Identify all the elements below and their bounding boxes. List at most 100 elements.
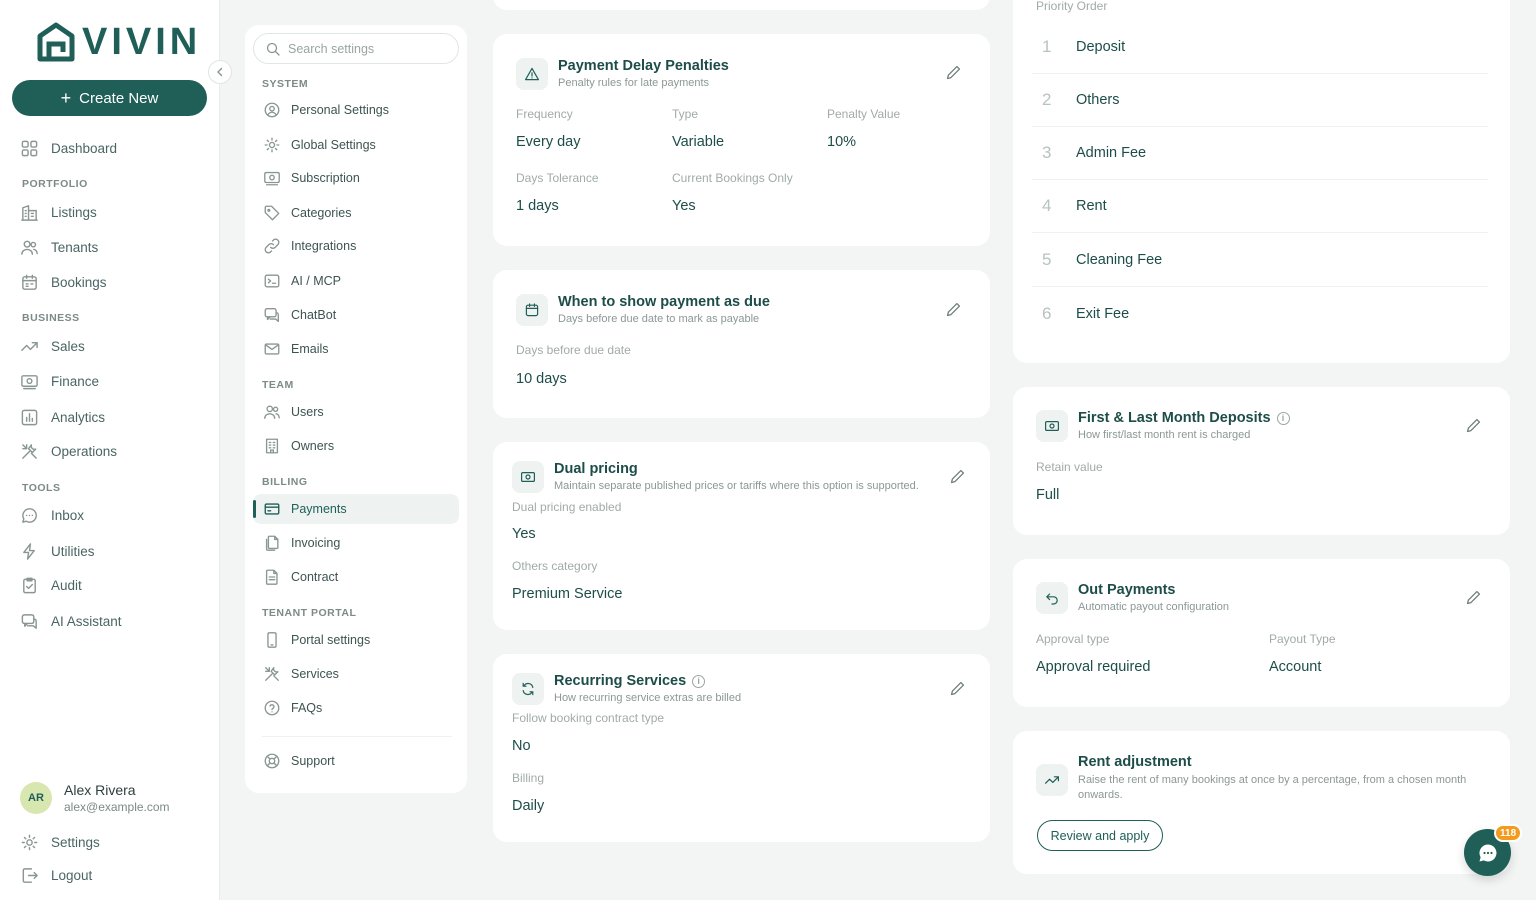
priority-number: 4 [1042, 196, 1052, 215]
subnav-item-personal-settings[interactable]: Personal Settings [253, 95, 459, 125]
card-title: Payment Delay Penalties [558, 58, 729, 74]
nav-item-dashboard[interactable]: Dashboard [20, 136, 117, 160]
nav-label: Listings [51, 204, 97, 220]
subnav-label: Integrations [291, 239, 357, 253]
subnav-item-support[interactable]: Support [253, 746, 459, 776]
lifebuoy-icon [264, 753, 280, 769]
subnav-label: Services [291, 667, 339, 681]
field-label-billing: Billing [512, 771, 545, 785]
nav-item-audit[interactable]: Audit [20, 573, 82, 597]
subnav-item-contract[interactable]: Contract [253, 562, 459, 592]
priority-item[interactable]: 1 Deposit [1032, 21, 1488, 74]
tools-icon [22, 443, 37, 459]
nav-item-finance[interactable]: Finance [20, 369, 99, 393]
field-value-type: Variable [672, 134, 725, 150]
card-first-last-deposits: First & Last Month Deposits i How first/l… [1013, 387, 1510, 535]
nav-section-business: BUSINESS [22, 312, 80, 324]
alert-triangle-icon [525, 67, 539, 81]
subnav-label: Payments [291, 502, 347, 516]
subnav-item-invoicing[interactable]: Invoicing [253, 528, 459, 558]
edit-button[interactable] [945, 64, 965, 84]
subnav-item-faqs[interactable]: FAQs [253, 693, 459, 723]
subnav-label: Emails [291, 342, 329, 356]
card-icon-box [1036, 582, 1068, 614]
search-settings[interactable] [253, 33, 459, 64]
subnav-item-integrations[interactable]: Integrations [253, 231, 459, 261]
pencil-icon [946, 302, 961, 317]
card-recurring-services: Recurring Services i How recurring servic… [493, 654, 990, 842]
create-new-button[interactable]: + Create New [12, 80, 207, 116]
review-and-apply-button[interactable]: Review and apply [1037, 820, 1163, 851]
nav-item-inbox[interactable]: Inbox [20, 503, 84, 527]
subnav-label: Personal Settings [291, 103, 389, 117]
subnav-item-global-settings[interactable]: Global Settings [253, 130, 459, 160]
info-icon[interactable]: i [1276, 411, 1290, 425]
edit-button[interactable] [949, 468, 969, 488]
brand-logo[interactable]: VIVIN [36, 22, 201, 62]
nav-item-analytics[interactable]: Analytics [20, 405, 105, 429]
card-subtitle: Maintain separate published prices or ta… [554, 480, 919, 492]
undo-icon [1046, 593, 1058, 605]
subnav-label: Portal settings [291, 633, 371, 647]
card-out-payments: Out Payments Automatic payout configurat… [1013, 559, 1510, 707]
collapse-sidebar-button[interactable] [208, 60, 232, 84]
subnav-item-owners[interactable]: Owners [253, 431, 459, 461]
nav-item-logout[interactable]: Logout [20, 863, 92, 887]
chevron-left-icon [217, 67, 223, 77]
office-building-icon [265, 438, 279, 454]
nav-item-settings[interactable]: Settings [20, 830, 100, 854]
subnav-item-chatbot[interactable]: ChatBot [253, 300, 459, 330]
field-value-frequency: Every day [516, 134, 581, 150]
nav-label: Logout [51, 867, 93, 883]
edit-button[interactable] [949, 680, 969, 700]
subnav-item-categories[interactable]: Categories [253, 198, 459, 228]
edit-button[interactable] [945, 301, 965, 321]
subnav-label: Invoicing [291, 536, 341, 550]
subnav-item-payments[interactable]: Payments [253, 494, 459, 524]
field-value-billing: Daily [512, 798, 545, 814]
nav-item-sales[interactable]: Sales [20, 334, 85, 358]
subnav-item-emails[interactable]: Emails [253, 334, 459, 364]
nav-item-listings[interactable]: Listings [20, 200, 97, 224]
subnav-label: Contract [291, 570, 339, 584]
card-subtitle: Days before due date to mark as payable [558, 313, 760, 325]
user-name: Alex Rivera [64, 782, 136, 798]
nav-item-tenants[interactable]: Tenants [20, 235, 98, 259]
field-value-follow-contract: No [512, 738, 531, 754]
subnav-item-subscription[interactable]: Subscription [253, 163, 459, 193]
user-circle-icon [264, 102, 280, 118]
nav-item-operations[interactable]: Operations [20, 439, 117, 463]
info-icon[interactable]: i [692, 674, 706, 688]
subnav-item-portal-settings[interactable]: Portal settings [253, 625, 459, 655]
card-partial-top [493, 0, 990, 10]
nav-item-bookings[interactable]: Bookings [20, 270, 107, 294]
priority-item[interactable]: 3 Admin Fee [1032, 127, 1488, 180]
card-title-text: First & Last Month Deposits [1078, 410, 1271, 426]
user-profile[interactable]: AR Alex Rivera alex@example.com [20, 782, 170, 814]
subnav-item-services[interactable]: Services [253, 659, 459, 689]
nav-item-utilities[interactable]: Utilities [20, 539, 95, 563]
edit-button[interactable] [1465, 589, 1485, 609]
nav-item-ai-assistant[interactable]: AI Assistant [20, 609, 122, 633]
subnav-section-tenant-portal: TENANT PORTAL [262, 607, 357, 619]
users-icon [21, 240, 38, 255]
card-icon-box [512, 461, 544, 493]
plus-icon: + [60, 88, 72, 108]
chat-bubbles-icon [21, 613, 37, 629]
priority-item[interactable]: 2 Others [1032, 74, 1488, 127]
edit-button[interactable] [1465, 417, 1485, 437]
priority-item[interactable]: 5 Cleaning Fee [1032, 234, 1488, 287]
priority-item[interactable]: 4 Rent [1032, 180, 1488, 233]
card-header: Payment Delay Penalties Penalty rules fo… [516, 58, 729, 91]
link-icon [264, 238, 280, 254]
subnav-item-ai-mcp[interactable]: AI / MCP [253, 266, 459, 296]
subnav-item-users[interactable]: Users [253, 397, 459, 427]
card-title: Recurring Services i [554, 673, 741, 689]
nav-label: AI Assistant [51, 613, 122, 629]
search-input[interactable] [288, 41, 438, 56]
priority-item[interactable]: 6 Exit Fee [1032, 287, 1488, 340]
priority-label: Admin Fee [1076, 145, 1147, 161]
field-value-days-before-due: 10 days [516, 371, 567, 387]
users-icon [264, 405, 280, 419]
card-header: Rent adjustment Raise the rent of many b… [1036, 754, 1476, 803]
